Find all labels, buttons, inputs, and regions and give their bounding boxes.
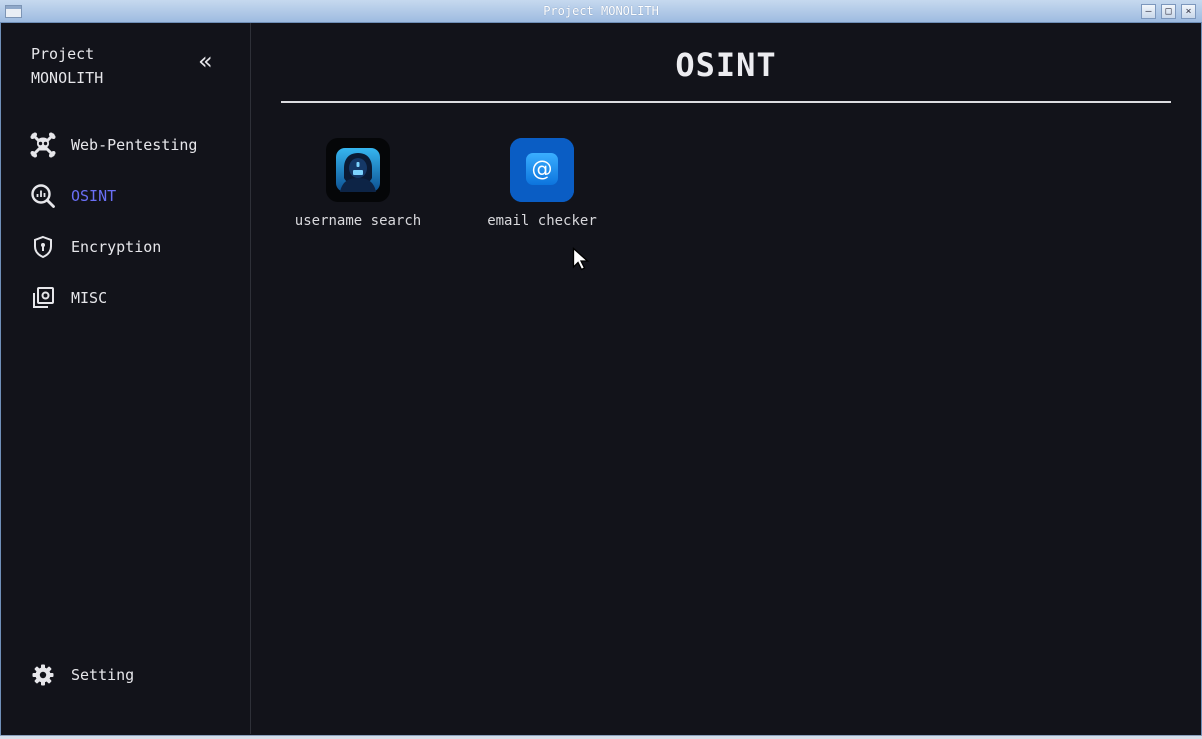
minimize-button[interactable]: – bbox=[1141, 4, 1156, 19]
page-title: OSINT bbox=[675, 46, 777, 84]
close-button[interactable]: × bbox=[1181, 4, 1196, 19]
maximize-button[interactable]: □ bbox=[1161, 4, 1176, 19]
sidebar-item-label: OSINT bbox=[71, 187, 117, 205]
sidebar-item-osint[interactable]: OSINT bbox=[29, 180, 239, 212]
window-title: Project MONOLITH bbox=[543, 4, 659, 18]
tool-label: username search bbox=[294, 213, 422, 229]
tool-label: email checker bbox=[487, 213, 597, 229]
gear-icon bbox=[29, 661, 57, 689]
skull-crossbones-icon bbox=[29, 131, 57, 159]
sidebar: Project MONOLITH « Web-Pentesting OSINT … bbox=[1, 23, 251, 734]
sidebar-item-misc[interactable]: MISC bbox=[29, 282, 239, 314]
sidebar-item-encryption[interactable]: Encryption bbox=[29, 231, 239, 263]
sidebar-item-web-pentesting[interactable]: Web-Pentesting bbox=[29, 129, 239, 161]
double-chevron-left-icon: « bbox=[198, 47, 213, 75]
sidebar-item-setting[interactable]: Setting bbox=[29, 659, 239, 691]
window-titlebar: Project MONOLITH – □ × bbox=[0, 0, 1202, 23]
photo-library-icon bbox=[29, 284, 57, 312]
sidebar-item-label: Setting bbox=[71, 666, 135, 684]
brand-line-2: MONOLITH bbox=[31, 69, 104, 87]
tool-email-checker[interactable]: @ email checker bbox=[467, 138, 617, 229]
mouse-cursor-icon bbox=[572, 247, 590, 275]
at-sign-icon: @ bbox=[510, 138, 574, 202]
tool-username-search[interactable]: username search bbox=[283, 138, 433, 229]
window-bottom-edge bbox=[0, 735, 1202, 739]
sidebar-item-label: Web-Pentesting bbox=[71, 136, 198, 154]
brand-line-1: Project bbox=[31, 45, 95, 63]
brand: Project MONOLITH bbox=[31, 42, 103, 90]
hooded-hacker-icon bbox=[326, 138, 390, 202]
svg-text:@: @ bbox=[532, 157, 553, 181]
search-analytics-icon bbox=[29, 182, 57, 210]
shield-icon bbox=[29, 233, 57, 261]
title-divider bbox=[281, 101, 1171, 103]
collapse-sidebar-button[interactable]: « bbox=[198, 49, 213, 73]
sidebar-item-label: MISC bbox=[71, 289, 108, 307]
sidebar-item-label: Encryption bbox=[71, 238, 162, 256]
